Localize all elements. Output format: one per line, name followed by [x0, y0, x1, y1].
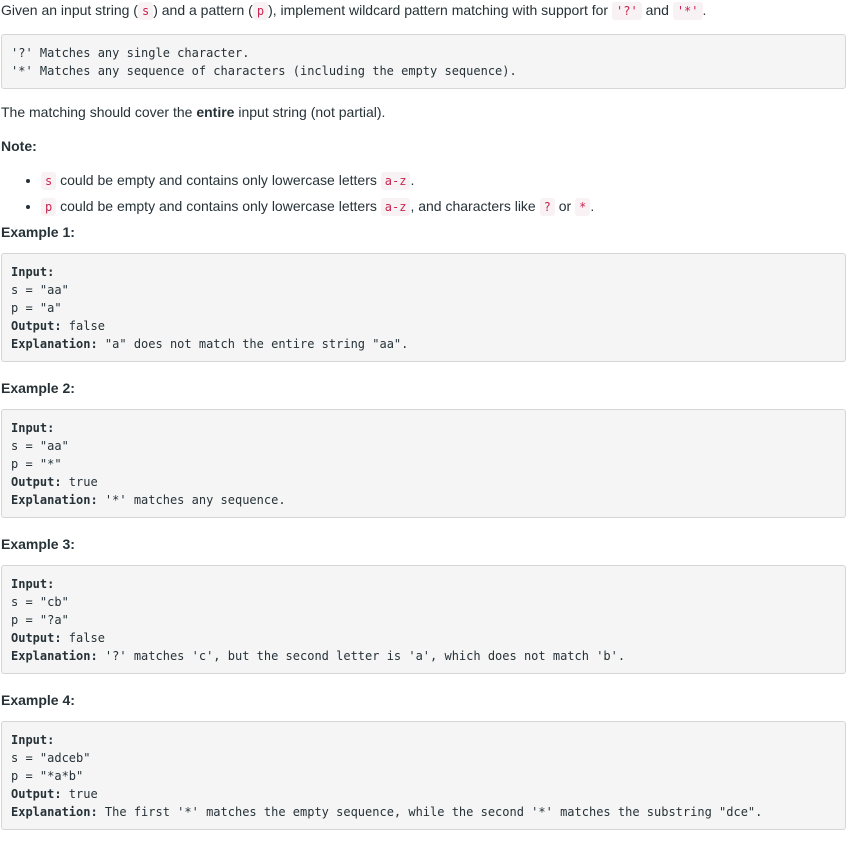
example-code-block: Input: s = "aa" p = "*" Output: true Exp…: [1, 409, 846, 518]
example-heading: Example 2:: [1, 380, 75, 396]
example-p-value: p = "*": [11, 457, 62, 471]
example-section: Example 3: Input: s = "cb" p = "?a" Outp…: [1, 534, 847, 674]
example-section: Example 1: Input: s = "aa" p = "a" Outpu…: [1, 222, 847, 362]
output-label: Output:: [11, 319, 62, 333]
note-list: s could be empty and contains only lower…: [1, 170, 847, 217]
explanation-label: Explanation:: [11, 337, 98, 351]
explanation-label: Explanation:: [11, 649, 98, 663]
example-output-value: true: [61, 787, 98, 801]
definition-line: '?' Matches any single character.: [11, 46, 250, 60]
output-label: Output:: [11, 631, 62, 645]
example-code-block: Input: s = "cb" p = "?a" Output: false E…: [1, 565, 846, 674]
note-text: , and characters like: [410, 198, 540, 214]
example-p-value: p = "?a": [11, 613, 69, 627]
example-explanation-text: The first '*' matches the empty sequence…: [97, 805, 763, 819]
example-s-value: s = "adceb": [11, 751, 91, 765]
note-label: Note:: [1, 138, 37, 154]
intro-paragraph: Given an input string (s) and a pattern …: [1, 0, 847, 21]
intro-text: .: [702, 2, 707, 18]
coverage-text: The matching should cover the: [1, 104, 197, 120]
example-output-value: true: [61, 475, 98, 489]
definition-line: '*' Matches any sequence of characters (…: [11, 64, 517, 78]
output-label: Output:: [11, 475, 62, 489]
problem-description: Given an input string (s) and a pattern …: [0, 0, 849, 830]
output-label: Output:: [11, 787, 62, 801]
explanation-label: Explanation:: [11, 805, 98, 819]
note-text: or: [554, 198, 576, 214]
inline-code: s: [41, 172, 57, 190]
note-item: p could be empty and contains only lower…: [41, 196, 847, 217]
example-code-block: Input: s = "aa" p = "a" Output: false Ex…: [1, 253, 846, 362]
inline-code: *: [575, 198, 591, 216]
inline-code: a-z: [380, 172, 411, 190]
example-section: Example 4: Input: s = "adceb" p = "*a*b"…: [1, 690, 847, 830]
intro-text: ), implement wildcard pattern matching w…: [268, 2, 612, 18]
note-text: could be empty and contains only lowerca…: [56, 172, 381, 188]
intro-text: Given an input string (: [1, 2, 138, 18]
example-heading: Example 4:: [1, 692, 75, 708]
input-label: Input:: [11, 421, 55, 435]
input-label: Input:: [11, 733, 55, 747]
coverage-paragraph: The matching should cover the entire inp…: [1, 102, 847, 122]
example-p-value: p = "a": [11, 301, 62, 315]
input-label: Input:: [11, 577, 55, 591]
inline-code: p: [41, 198, 57, 216]
inline-code: a-z: [380, 198, 411, 216]
note-item: s could be empty and contains only lower…: [41, 170, 847, 191]
example-s-value: s = "aa": [11, 439, 69, 453]
example-s-value: s = "cb": [11, 595, 69, 609]
example-output-value: false: [61, 631, 105, 645]
inline-code: ?: [539, 198, 555, 216]
explanation-label: Explanation:: [11, 493, 98, 507]
example-s-value: s = "aa": [11, 283, 69, 297]
example-p-value: p = "*a*b": [11, 769, 84, 783]
coverage-text: input string (not partial).: [234, 104, 386, 120]
intro-text: ) and a pattern (: [153, 2, 253, 18]
example-heading: Example 1:: [1, 224, 75, 240]
example-heading: Example 3:: [1, 536, 75, 552]
coverage-bold-text: entire: [196, 104, 235, 120]
example-explanation-text: '?' matches 'c', but the second letter i…: [97, 649, 626, 663]
example-output-value: false: [61, 319, 105, 333]
example-section: Example 2: Input: s = "aa" p = "*" Outpu…: [1, 378, 847, 518]
inline-code-star: '*': [672, 2, 703, 20]
example-explanation-text: "a" does not match the entire string "aa…: [97, 337, 409, 351]
inline-code-p: p: [252, 2, 269, 20]
note-text: .: [590, 198, 595, 214]
input-label: Input:: [11, 265, 55, 279]
definitions-code-block: '?' Matches any single character. '*' Ma…: [1, 34, 846, 89]
note-text: .: [410, 172, 415, 188]
note-text: could be empty and contains only lowerca…: [56, 198, 381, 214]
example-explanation-text: '*' matches any sequence.: [97, 493, 286, 507]
inline-code-s: s: [137, 2, 154, 20]
inline-code-question: '?': [612, 2, 642, 20]
example-code-block: Input: s = "adceb" p = "*a*b" Output: tr…: [1, 721, 846, 830]
intro-text: and: [641, 2, 673, 18]
